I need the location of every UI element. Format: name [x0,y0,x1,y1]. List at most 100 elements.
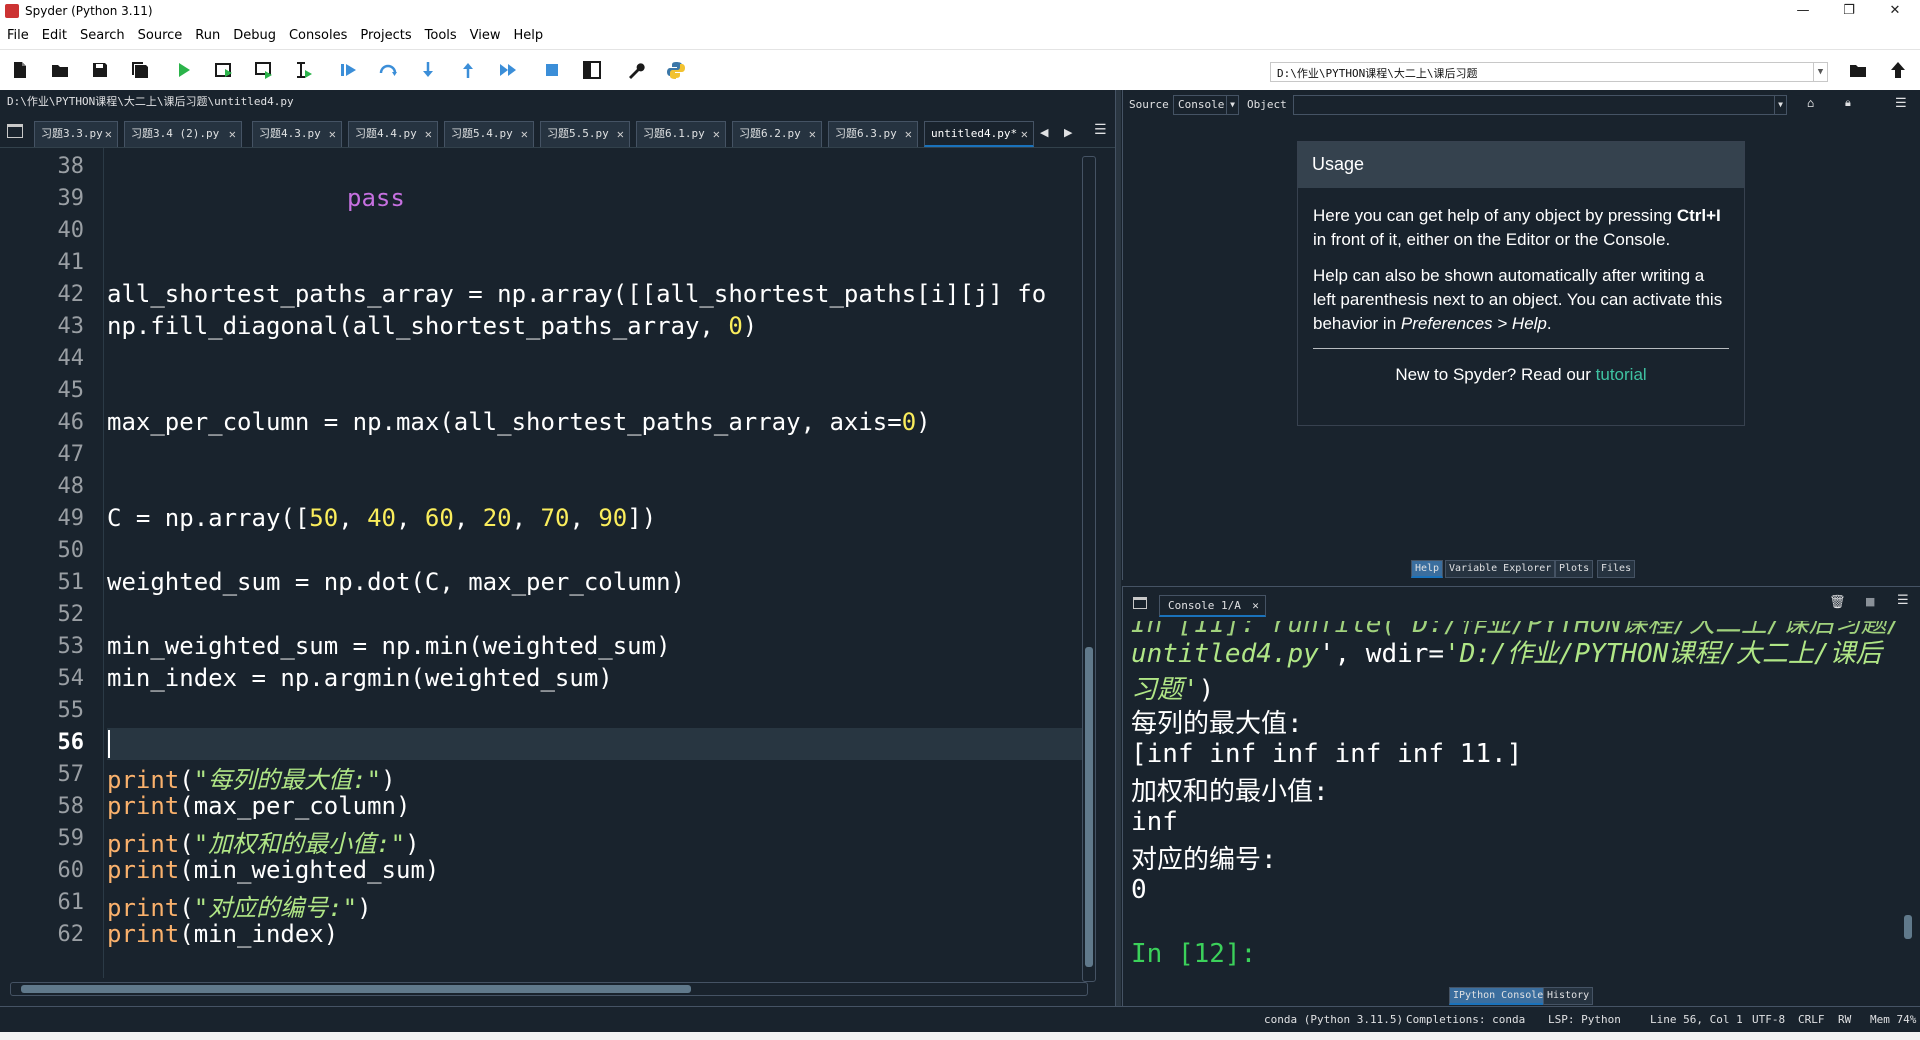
tab-ipython-console[interactable]: IPython Console [1449,987,1548,1005]
object-combo[interactable]: ▼ [1293,95,1787,115]
tab-file[interactable]: 习题3.4 (2).py ✕ [124,121,242,147]
status-completions[interactable]: Completions: conda [1406,1013,1525,1026]
chevron-down-icon[interactable]: ▼ [1774,96,1786,114]
scrollbar-thumb[interactable] [1904,915,1912,939]
usage-body: Here you can get help of any object by p… [1298,188,1744,387]
python-path-icon[interactable] [664,58,688,82]
scrollbar-thumb[interactable] [1085,647,1093,967]
close-tab-icon[interactable]: ✕ [521,122,528,146]
close-tab-icon[interactable]: ✕ [229,122,236,146]
tab-label: 习题3.4 (2).py [131,127,220,140]
continue-icon[interactable] [496,58,520,82]
pane-splitter[interactable] [1115,90,1121,1006]
tab-label: 习题4.4.py [355,127,417,140]
save-icon[interactable] [88,58,112,82]
menu-consoles[interactable]: Consoles [282,28,353,43]
step-into-icon[interactable] [416,58,440,82]
status-environment[interactable]: conda (Python 3.11.5) [1264,1013,1403,1026]
tab-console-1a[interactable]: Console 1/A ✕ [1159,595,1266,617]
debug-file-icon[interactable] [336,58,360,82]
trash-icon[interactable]: 🗑︎ [1829,595,1846,610]
save-all-icon[interactable] [128,58,152,82]
close-tab-icon[interactable]: ✕ [809,122,816,146]
run-icon[interactable] [172,58,196,82]
interrupt-kernel-icon[interactable]: ■ [1865,595,1875,608]
close-tab-icon[interactable]: ✕ [1021,122,1028,146]
tab-file[interactable]: 习题5.4.py ✕ [444,121,534,147]
editor-horizontal-scrollbar[interactable] [10,982,1088,996]
run-selection-icon[interactable] [292,58,316,82]
tab-file[interactable]: 习题6.2.py ✕ [732,121,822,147]
chevron-down-icon[interactable]: ▼ [1813,63,1827,81]
tab-file[interactable]: 习题3.3.py ✕ [34,121,118,147]
close-button[interactable]: ✕ [1872,0,1918,22]
menu-file[interactable]: File [0,28,35,43]
minimize-button[interactable]: — [1780,0,1826,22]
menu-source[interactable]: Source [131,28,189,43]
menu-view[interactable]: View [463,28,507,43]
editor-vertical-scrollbar[interactable] [1082,156,1096,982]
menu-run[interactable]: Run [188,28,226,43]
code-line-58: print(max_per_column) [107,792,410,820]
menu-debug[interactable]: Debug [226,28,282,43]
close-tab-icon[interactable]: ✕ [329,122,336,146]
help-content: Usage Here you can get help of any objec… [1124,122,1920,552]
close-tab-icon[interactable]: ✕ [105,122,112,146]
run-cell-icon[interactable] [212,58,236,82]
code-area[interactable]: pass all_shortest_paths_array = np.array… [107,148,1082,978]
tab-files[interactable]: Files [1597,560,1636,578]
tab-file[interactable]: 习题5.5.py ✕ [540,121,630,147]
browse-folder-icon[interactable] [1846,58,1870,82]
working-directory-combo[interactable]: D:\作业\PYTHON课程\大二上\课后习题 ▼ [1270,62,1828,82]
tab-scroll-right-icon[interactable]: ▶ [1064,126,1072,139]
chevron-down-icon[interactable]: ▼ [1226,96,1238,114]
menu-search[interactable]: Search [73,28,131,43]
console-line: 加权和的最小值: [1131,777,1329,807]
browse-tabs-icon[interactable] [1133,597,1147,609]
tab-scroll-left-icon[interactable]: ◀ [1040,126,1048,139]
tab-help[interactable]: Help [1411,560,1444,578]
menu-projects[interactable]: Projects [353,28,417,43]
close-tab-icon[interactable]: ✕ [425,122,432,146]
preferences-wrench-icon[interactable] [624,58,648,82]
run-cell-advance-icon[interactable] [252,58,276,82]
scrollbar-thumb[interactable] [21,985,691,993]
home-icon[interactable]: ⌂ [1807,96,1814,110]
close-tab-icon[interactable]: ✕ [617,122,624,146]
tab-file[interactable]: 习题4.4.py ✕ [348,121,438,147]
tab-file[interactable]: 习题6.3.py ✕ [828,121,918,147]
new-file-icon[interactable] [8,58,32,82]
status-lsp[interactable]: LSP: Python [1548,1013,1621,1026]
menu-edit[interactable]: Edit [35,28,73,43]
tab-variable-explorer[interactable]: Variable Explorer [1445,560,1556,578]
browse-tabs-icon[interactable] [7,124,23,138]
lock-icon[interactable]: 🔒︎ [1845,96,1851,110]
code-line-43: np.fill_diagonal(all_shortest_paths_arra… [107,312,757,340]
tab-plots[interactable]: Plots [1555,560,1594,578]
editor-options-menu-icon[interactable]: ☰ [1094,122,1107,138]
help-options-menu-icon[interactable]: ☰ [1895,96,1907,111]
line-number: 48 [57,474,85,499]
open-file-icon[interactable] [48,58,72,82]
maximize-pane-icon[interactable] [580,58,604,82]
tab-history[interactable]: History [1543,987,1594,1005]
tab-file[interactable]: 习题4.3.py ✕ [252,121,342,147]
tutorial-link[interactable]: tutorial [1596,365,1647,384]
menu-help[interactable]: Help [507,28,550,43]
tab-file-active[interactable]: untitled4.py* ✕ [924,121,1034,147]
console-options-menu-icon[interactable]: ☰ [1897,593,1909,608]
code-editor[interactable]: 38 39 40 41 42 43 44 45 46 47 48 49 50 5… [0,148,1114,1004]
source-combo[interactable]: Console ▼ [1173,95,1239,115]
close-tab-icon[interactable]: ✕ [713,122,720,146]
step-return-icon[interactable] [456,58,480,82]
tab-file[interactable]: 习题6.1.py ✕ [636,121,726,147]
step-over-icon[interactable] [376,58,400,82]
stop-icon[interactable] [540,58,564,82]
close-tab-icon[interactable]: ✕ [1252,596,1259,616]
parent-directory-icon[interactable] [1886,58,1910,82]
maximize-button[interactable]: ❐ [1826,0,1872,22]
console-vertical-scrollbar[interactable] [1901,623,1915,985]
menu-tools[interactable]: Tools [418,28,463,43]
console-output[interactable]: In [11]: runfile('D:/作业/PYTHON课程/大二上/课后习… [1131,621,1901,987]
close-tab-icon[interactable]: ✕ [905,122,912,146]
